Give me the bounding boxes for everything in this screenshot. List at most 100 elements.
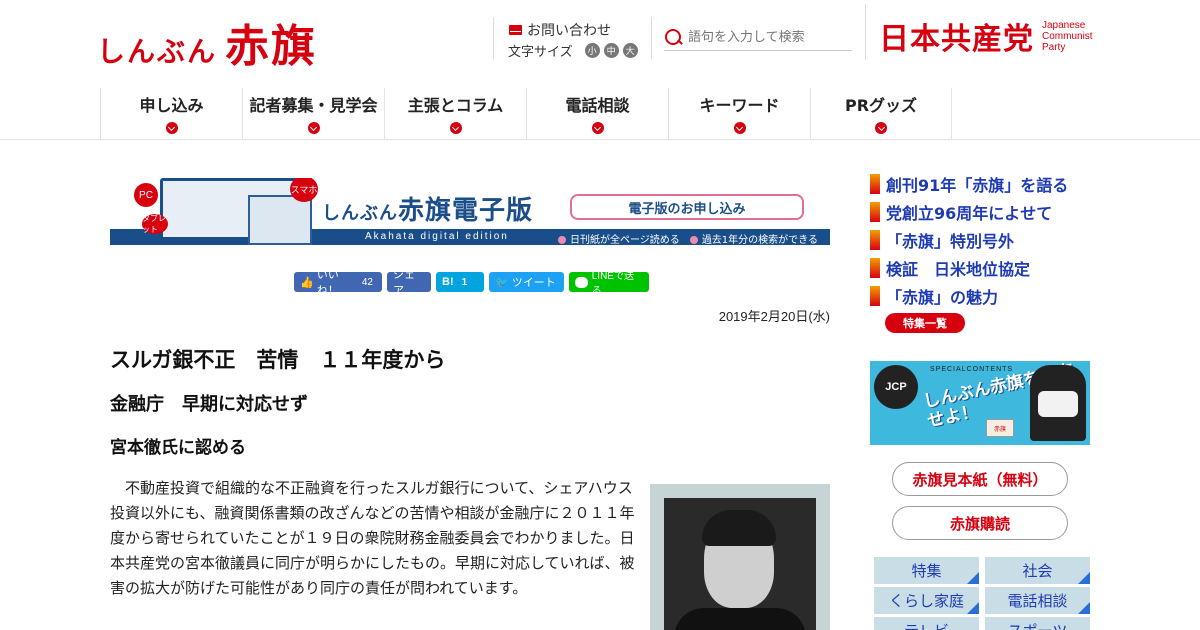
header-divider <box>651 17 652 59</box>
jcp-magazine-badge: JCP <box>874 365 918 409</box>
digital-edition-banner[interactable]: PC タブレット スマホ しんぶん赤旗電子版 Akahata digital e… <box>110 178 830 245</box>
category-tile[interactable]: 特集 <box>874 557 979 584</box>
nav-label: 申し込み <box>139 96 204 115</box>
like-count: 42 <box>361 276 373 288</box>
sidebar-link[interactable]: 党創立96周年によせて <box>870 198 1068 226</box>
bullet-dot-icon <box>558 236 566 244</box>
category-tile[interactable]: テレビ <box>874 617 979 630</box>
digital-apply-button[interactable]: 電子版のお申し込み <box>570 194 804 220</box>
chevron-down-icon <box>449 122 462 134</box>
bird-icon: 🐦 <box>495 276 509 289</box>
nav-label: キーワード <box>699 96 780 115</box>
nav-item-opinion-column[interactable]: 主張とコラム <box>384 88 526 139</box>
banner-subtitle: Akahata digital edition <box>365 231 509 242</box>
facebook-share-button[interactable]: シェア <box>387 269 431 297</box>
party-name: 日本共産党 <box>879 22 1034 57</box>
tweet-label: ツイート <box>511 277 556 289</box>
features-list-button[interactable]: 特集一覧 <box>885 313 965 333</box>
mail-icon <box>509 25 522 35</box>
nav-divider <box>0 139 1200 140</box>
like-label: いいね！ <box>316 269 339 297</box>
hatena-bookmark-button[interactable]: B! 1 <box>436 272 484 292</box>
main-nav: 申し込み 記者募集・見学会 主張とコラム 電話相談 キーワード PRグッズ <box>100 88 952 140</box>
site-header: しんぶん 赤旗 お問い合わせ 文字サイズ 小 中 大 日本共産党 Japanes… <box>0 0 1200 88</box>
bullet-dot-icon <box>689 236 698 244</box>
nav-item-reporter-recruit[interactable]: 記者募集・見学会 <box>242 88 384 139</box>
sidebar-link-label: 「赤旗」の魅力 <box>886 288 999 307</box>
hatena-count: 1 <box>461 276 468 288</box>
sidebar-link-label: 検証 日米地位協定 <box>886 260 1031 279</box>
sidebar-link[interactable]: 創刊91年「赤旗」を語る <box>870 170 1068 198</box>
site-logo[interactable]: しんぶん 赤旗 <box>97 10 317 72</box>
category-tile[interactable]: くらし家庭 <box>874 587 979 614</box>
jcp-logo[interactable]: 日本共産党 Japanese Communist Party <box>879 14 1093 58</box>
sidebar-link-label: 党創立96周年によせて <box>886 204 1053 223</box>
category-grid: 特集 社会 くらし家庭 電話相談 テレビ スポーツ <box>874 557 1090 630</box>
sidebar-link-label: 「赤旗」特別号外 <box>886 232 1015 251</box>
nav-label: 電話相談 <box>565 96 630 115</box>
device-screens-image <box>160 178 312 245</box>
banner-bullet-text: 過去1年分の検索ができる <box>701 235 818 245</box>
nav-item-pr-goods[interactable]: PRグッズ <box>810 88 952 139</box>
article-title: スルガ銀不正 苦情 １１年度から <box>110 348 446 372</box>
font-size-label: 文字サイズ <box>508 45 573 60</box>
line-share-button[interactable]: LINEで送る <box>569 271 649 297</box>
photo-hair-shape <box>702 510 776 546</box>
special-small-text: SPECIALCONTENTS <box>930 366 1014 373</box>
banner-bullets: 日刊紙が全ページ読める 過去1年分の検索ができる <box>558 231 818 245</box>
chevron-down-icon <box>591 122 604 134</box>
nav-item-keyword[interactable]: キーワード <box>668 88 810 139</box>
chevron-down-icon <box>307 122 320 134</box>
font-size-medium-button[interactable]: 中 <box>603 43 619 58</box>
category-tile[interactable]: スポーツ <box>985 617 1090 630</box>
subscribe-button[interactable]: 赤旗購読 <box>892 506 1068 540</box>
facebook-like-button[interactable]: 👍 いいね！ 42 <box>294 269 382 297</box>
party-en-line1: Japanese <box>1042 19 1086 31</box>
thumbs-up-icon: 👍 <box>300 276 314 289</box>
special-box-label: 赤旗 <box>986 419 1014 437</box>
sidebar-link[interactable]: 「赤旗」の魅力 <box>870 282 1068 310</box>
line-icon <box>575 276 588 288</box>
social-buttons: 👍 いいね！ 42 シェア B! 1 🐦 ツイート LINEで送る <box>294 269 649 297</box>
nav-item-apply[interactable]: 申し込み <box>100 88 242 139</box>
font-size-small-button[interactable]: 小 <box>584 43 600 58</box>
sidebar-link[interactable]: 「赤旗」特別号外 <box>870 226 1068 254</box>
nav-item-phone-consult[interactable]: 電話相談 <box>526 88 668 139</box>
line-label: LINEで送る <box>591 271 634 297</box>
search-box <box>664 24 852 51</box>
article-subtitle-secondary: 宮本徹氏に認める <box>110 438 246 458</box>
special-contents-banner[interactable]: JCP SPECIALCONTENTS しんぶん赤旗を調査せよ！ 赤旗 <box>870 361 1090 445</box>
article-photo <box>650 484 830 630</box>
chevron-down-icon <box>165 122 178 134</box>
sidebar-link[interactable]: 検証 日米地位協定 <box>870 254 1068 282</box>
font-size-control: 文字サイズ 小 中 大 <box>508 41 638 60</box>
font-size-large-button[interactable]: 大 <box>622 43 638 58</box>
nav-label: PRグッズ <box>844 96 918 115</box>
category-tile[interactable]: 電話相談 <box>985 587 1090 614</box>
contact-link[interactable]: お問い合わせ <box>509 20 611 40</box>
link-marker-icon <box>870 230 880 250</box>
article-body: 不動産投資で組織的な不正融資を行ったスルガ銀行について、シェアハウス投資以外にも… <box>110 479 635 597</box>
nav-label: 記者募集・見学会 <box>249 96 378 115</box>
photo-image <box>664 498 816 630</box>
hatena-label: B! <box>442 276 454 288</box>
logo-small-text: しんぶん <box>97 35 218 68</box>
free-sample-button[interactable]: 赤旗見本紙（無料） <box>892 462 1068 496</box>
link-marker-icon <box>870 202 880 222</box>
detective-figure-image <box>1030 365 1086 441</box>
category-tile[interactable]: 社会 <box>985 557 1090 584</box>
sidebar-featured-links: 創刊91年「赤旗」を語る 党創立96周年によせて 「赤旗」特別号外 検証 日米地… <box>870 170 1068 310</box>
photo-suit-shape <box>674 608 806 630</box>
sidebar-link-label: 創刊91年「赤旗」を語る <box>886 176 1069 195</box>
search-icon[interactable] <box>664 28 682 46</box>
banner-bullet: 日刊紙が全ページ読める <box>558 231 680 245</box>
chevron-down-icon <box>733 122 746 134</box>
logo-big-text: 赤旗 <box>225 21 318 72</box>
banner-title-small: しんぶん <box>322 203 398 224</box>
search-input[interactable] <box>688 29 848 45</box>
link-marker-icon <box>870 286 880 306</box>
banner-title-big: 赤旗電子版 <box>398 196 534 226</box>
tweet-button[interactable]: 🐦 ツイート <box>489 272 564 292</box>
banner-bullet-text: 日刊紙が全ページ読める <box>570 235 680 245</box>
header-divider <box>493 17 494 59</box>
